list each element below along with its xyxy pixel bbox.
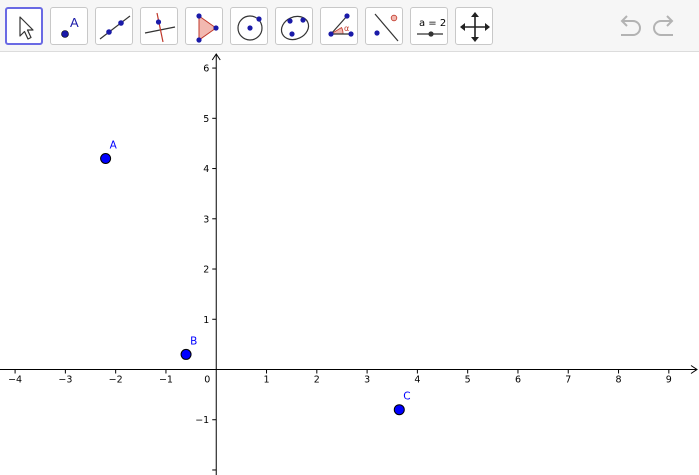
toolbar: A α a = 2 <box>0 0 699 52</box>
ellipse-icon <box>280 15 310 41</box>
x-tick-label: 0 <box>204 375 210 386</box>
y-tick-label: 2 <box>203 265 209 276</box>
slider-icon: a = 2 <box>417 18 446 37</box>
point-tool-button[interactable]: A <box>50 7 88 45</box>
slider-tool-label: a = 2 <box>419 18 446 29</box>
x-axis-ticks: −4 −3 −2 −1 0 1 2 3 4 5 6 7 8 9 <box>8 369 672 386</box>
polygon-icon <box>196 13 219 43</box>
perpendicular-line-tool-button[interactable] <box>140 7 178 45</box>
point-c[interactable] <box>393 404 405 416</box>
slider-tool-button[interactable]: a = 2 <box>410 7 448 45</box>
y-tick-label: 6 <box>203 64 209 75</box>
y-tick-label: −1 <box>195 415 209 426</box>
line-tool-button[interactable] <box>95 7 133 45</box>
geogebra-app: A α a = 2 −4 −3 −2 −1 0 1 2 3 4 5 6 7 8 … <box>0 0 699 475</box>
y-tick-label: 1 <box>203 315 209 326</box>
x-tick-label: 7 <box>565 375 571 386</box>
x-tick-label: −1 <box>159 375 173 386</box>
point-a-icon: A <box>61 15 79 38</box>
perpendicular-icon <box>144 12 176 43</box>
angle-icon: α <box>328 13 354 37</box>
x-tick-label: 4 <box>414 375 420 386</box>
point-a[interactable] <box>100 153 112 164</box>
axes <box>0 53 698 475</box>
point-label-a: A <box>110 140 118 152</box>
x-tick-label: 5 <box>465 375 471 386</box>
point-label-c: C <box>403 391 410 403</box>
angle-tool-button[interactable]: α <box>320 7 358 45</box>
y-tick-label: 5 <box>203 114 209 125</box>
y-axis-ticks: 6 5 4 3 2 1 −1 <box>195 64 217 471</box>
x-tick-label: 9 <box>666 375 672 386</box>
y-tick-label: 3 <box>203 214 209 225</box>
move-graphics-view-tool-button[interactable] <box>455 7 493 45</box>
undo-button[interactable] <box>614 12 644 40</box>
cursor-arrow-icon <box>19 16 34 40</box>
graphics-view[interactable]: −4 −3 −2 −1 0 1 2 3 4 5 6 7 8 9 6 5 4 3 2 1 −1 A B C <box>0 53 699 475</box>
redo-button[interactable] <box>650 12 680 40</box>
x-tick-label: 8 <box>616 375 622 386</box>
point-tool-label: A <box>70 15 79 30</box>
angle-tool-label: α <box>344 24 349 33</box>
point-label-b: B <box>190 335 197 347</box>
reflect-tool-button[interactable] <box>365 7 403 45</box>
line-through-points-icon <box>99 15 131 40</box>
x-tick-label: −3 <box>58 375 72 386</box>
x-tick-label: 1 <box>264 375 270 386</box>
undo-icon <box>620 15 641 36</box>
redo-icon <box>653 15 674 36</box>
circle-center-point-icon <box>237 15 263 41</box>
conic-tool-button[interactable] <box>275 7 313 45</box>
reflect-about-line-icon <box>374 13 399 42</box>
x-tick-label: 3 <box>364 375 370 386</box>
x-tick-label: −4 <box>8 375 22 386</box>
x-tick-label: 6 <box>515 375 521 386</box>
polygon-tool-button[interactable] <box>185 7 223 45</box>
move-arrows-icon <box>460 12 490 42</box>
y-tick-label: 4 <box>203 164 209 175</box>
move-tool-button[interactable] <box>5 7 43 45</box>
x-tick-label: −2 <box>109 375 123 386</box>
circle-tool-button[interactable] <box>230 7 268 45</box>
x-tick-label: 2 <box>314 375 320 386</box>
points-layer: A B C <box>100 140 411 416</box>
point-b[interactable] <box>180 348 192 360</box>
